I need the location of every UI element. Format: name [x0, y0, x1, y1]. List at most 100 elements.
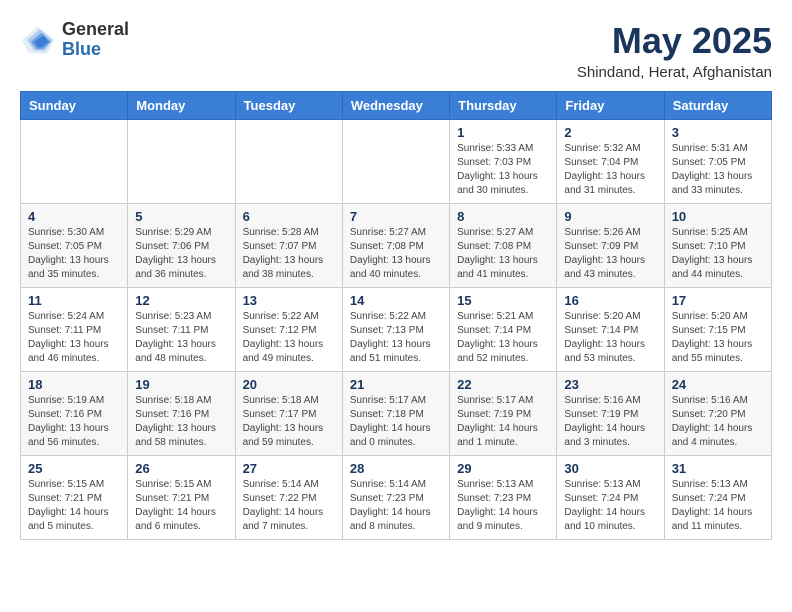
day-info: Sunrise: 5:23 AM Sunset: 7:11 PM Dayligh… — [135, 310, 227, 366]
day-info: Sunrise: 5:29 AM Sunset: 7:06 PM Dayligh… — [135, 226, 227, 282]
month-title: May 2025 — [577, 20, 772, 62]
day-number: 26 — [135, 461, 227, 476]
day-number: 6 — [243, 209, 335, 224]
day-info: Sunrise: 5:16 AM Sunset: 7:20 PM Dayligh… — [672, 394, 764, 450]
day-info: Sunrise: 5:21 AM Sunset: 7:14 PM Dayligh… — [457, 310, 549, 366]
day-cell: 7Sunrise: 5:27 AM Sunset: 7:08 PM Daylig… — [342, 204, 449, 288]
calendar-body: 1 Sunrise: 5:33 AM Sunset: 7:03 PM Daylig… — [21, 120, 772, 540]
day-cell: 20 Sunrise: 5:18 AM Sunset: 7:17 PM Dayli… — [235, 372, 342, 456]
calendar-table: SundayMondayTuesdayWednesdayThursdayFrid… — [20, 91, 772, 540]
day-number: 5 — [135, 209, 227, 224]
week-row-3: 11 Sunrise: 5:24 AM Sunset: 7:11 PM Dayli… — [21, 288, 772, 372]
day-cell: 28 Sunrise: 5:14 AM Sunset: 7:23 PM Dayli… — [342, 456, 449, 540]
day-cell: 22 Sunrise: 5:17 AM Sunset: 7:19 PM Dayli… — [450, 372, 557, 456]
day-number: 29 — [457, 461, 549, 476]
day-cell: 4 Sunrise: 5:30 AM Sunset: 7:05 PM Daylig… — [21, 204, 128, 288]
day-number: 16 — [564, 293, 656, 308]
logo: General Blue — [20, 20, 129, 60]
logo-blue: Blue — [62, 40, 129, 60]
day-number: 25 — [28, 461, 120, 476]
day-cell: 17 Sunrise: 5:20 AM Sunset: 7:15 PM Dayli… — [664, 288, 771, 372]
logo-text: General Blue — [62, 20, 129, 60]
title-area: May 2025 Shindand, Herat, Afghanistan — [577, 20, 772, 81]
header-cell-sunday: Sunday — [21, 92, 128, 120]
day-number: 17 — [672, 293, 764, 308]
header-cell-tuesday: Tuesday — [235, 92, 342, 120]
day-number: 18 — [28, 377, 120, 392]
day-cell: 12 Sunrise: 5:23 AM Sunset: 7:11 PM Dayli… — [128, 288, 235, 372]
week-row-4: 18Sunrise: 5:19 AM Sunset: 7:16 PM Dayli… — [21, 372, 772, 456]
day-cell: 21 Sunrise: 5:17 AM Sunset: 7:18 PM Dayli… — [342, 372, 449, 456]
day-info: Sunrise: 5:32 AM Sunset: 7:04 PM Dayligh… — [564, 142, 656, 198]
day-info: Sunrise: 5:17 AM Sunset: 7:19 PM Dayligh… — [457, 394, 549, 450]
header-cell-saturday: Saturday — [664, 92, 771, 120]
day-info: Sunrise: 5:14 AM Sunset: 7:23 PM Dayligh… — [350, 478, 442, 534]
logo-general: General — [62, 20, 129, 40]
week-row-5: 25 Sunrise: 5:15 AM Sunset: 7:21 PM Dayli… — [21, 456, 772, 540]
day-cell — [342, 120, 449, 204]
day-cell: 6 Sunrise: 5:28 AM Sunset: 7:07 PM Daylig… — [235, 204, 342, 288]
day-cell: 29Sunrise: 5:13 AM Sunset: 7:23 PM Dayli… — [450, 456, 557, 540]
day-number: 19 — [135, 377, 227, 392]
day-info: Sunrise: 5:25 AM Sunset: 7:10 PM Dayligh… — [672, 226, 764, 282]
day-cell: 23 Sunrise: 5:16 AM Sunset: 7:19 PM Dayli… — [557, 372, 664, 456]
day-info: Sunrise: 5:15 AM Sunset: 7:21 PM Dayligh… — [28, 478, 120, 534]
day-info: Sunrise: 5:15 AM Sunset: 7:21 PM Dayligh… — [135, 478, 227, 534]
day-number: 21 — [350, 377, 442, 392]
day-info: Sunrise: 5:17 AM Sunset: 7:18 PM Dayligh… — [350, 394, 442, 450]
day-cell: 3Sunrise: 5:31 AM Sunset: 7:05 PM Daylig… — [664, 120, 771, 204]
day-info: Sunrise: 5:22 AM Sunset: 7:13 PM Dayligh… — [350, 310, 442, 366]
day-cell: 19 Sunrise: 5:18 AM Sunset: 7:16 PM Dayli… — [128, 372, 235, 456]
day-info: Sunrise: 5:16 AM Sunset: 7:19 PM Dayligh… — [564, 394, 656, 450]
day-number: 9 — [564, 209, 656, 224]
day-cell: 5 Sunrise: 5:29 AM Sunset: 7:06 PM Daylig… — [128, 204, 235, 288]
header-cell-friday: Friday — [557, 92, 664, 120]
day-number: 14 — [350, 293, 442, 308]
day-info: Sunrise: 5:33 AM Sunset: 7:03 PM Dayligh… — [457, 142, 549, 198]
day-info: Sunrise: 5:28 AM Sunset: 7:07 PM Dayligh… — [243, 226, 335, 282]
day-cell: 11 Sunrise: 5:24 AM Sunset: 7:11 PM Dayli… — [21, 288, 128, 372]
day-number: 24 — [672, 377, 764, 392]
day-info: Sunrise: 5:26 AM Sunset: 7:09 PM Dayligh… — [564, 226, 656, 282]
day-info: Sunrise: 5:27 AM Sunset: 7:08 PM Dayligh… — [350, 226, 442, 282]
day-cell: 10 Sunrise: 5:25 AM Sunset: 7:10 PM Dayli… — [664, 204, 771, 288]
day-info: Sunrise: 5:27 AM Sunset: 7:08 PM Dayligh… — [457, 226, 549, 282]
day-info: Sunrise: 5:24 AM Sunset: 7:11 PM Dayligh… — [28, 310, 120, 366]
day-cell — [21, 120, 128, 204]
header-cell-monday: Monday — [128, 92, 235, 120]
day-info: Sunrise: 5:20 AM Sunset: 7:15 PM Dayligh… — [672, 310, 764, 366]
day-cell: 25 Sunrise: 5:15 AM Sunset: 7:21 PM Dayli… — [21, 456, 128, 540]
day-info: Sunrise: 5:31 AM Sunset: 7:05 PM Dayligh… — [672, 142, 764, 198]
day-cell: 8 Sunrise: 5:27 AM Sunset: 7:08 PM Daylig… — [450, 204, 557, 288]
day-number: 10 — [672, 209, 764, 224]
day-cell: 26 Sunrise: 5:15 AM Sunset: 7:21 PM Dayli… — [128, 456, 235, 540]
day-number: 1 — [457, 125, 549, 140]
day-info: Sunrise: 5:13 AM Sunset: 7:24 PM Dayligh… — [672, 478, 764, 534]
day-number: 28 — [350, 461, 442, 476]
day-number: 23 — [564, 377, 656, 392]
day-number: 11 — [28, 293, 120, 308]
header-cell-thursday: Thursday — [450, 92, 557, 120]
day-cell: 14 Sunrise: 5:22 AM Sunset: 7:13 PM Dayli… — [342, 288, 449, 372]
day-cell: 2Sunrise: 5:32 AM Sunset: 7:04 PM Daylig… — [557, 120, 664, 204]
day-number: 20 — [243, 377, 335, 392]
day-cell: 15 Sunrise: 5:21 AM Sunset: 7:14 PM Dayli… — [450, 288, 557, 372]
day-cell: 30 Sunrise: 5:13 AM Sunset: 7:24 PM Dayli… — [557, 456, 664, 540]
day-number: 12 — [135, 293, 227, 308]
day-info: Sunrise: 5:20 AM Sunset: 7:14 PM Dayligh… — [564, 310, 656, 366]
day-info: Sunrise: 5:18 AM Sunset: 7:16 PM Dayligh… — [135, 394, 227, 450]
day-number: 30 — [564, 461, 656, 476]
day-info: Sunrise: 5:13 AM Sunset: 7:24 PM Dayligh… — [564, 478, 656, 534]
day-number: 15 — [457, 293, 549, 308]
day-info: Sunrise: 5:18 AM Sunset: 7:17 PM Dayligh… — [243, 394, 335, 450]
header-row: SundayMondayTuesdayWednesdayThursdayFrid… — [21, 92, 772, 120]
day-cell — [128, 120, 235, 204]
day-cell: 18Sunrise: 5:19 AM Sunset: 7:16 PM Dayli… — [21, 372, 128, 456]
day-number: 22 — [457, 377, 549, 392]
day-number: 8 — [457, 209, 549, 224]
day-number: 4 — [28, 209, 120, 224]
day-info: Sunrise: 5:30 AM Sunset: 7:05 PM Dayligh… — [28, 226, 120, 282]
location-subtitle: Shindand, Herat, Afghanistan — [577, 64, 772, 81]
calendar-header: SundayMondayTuesdayWednesdayThursdayFrid… — [21, 92, 772, 120]
week-row-1: 1 Sunrise: 5:33 AM Sunset: 7:03 PM Daylig… — [21, 120, 772, 204]
